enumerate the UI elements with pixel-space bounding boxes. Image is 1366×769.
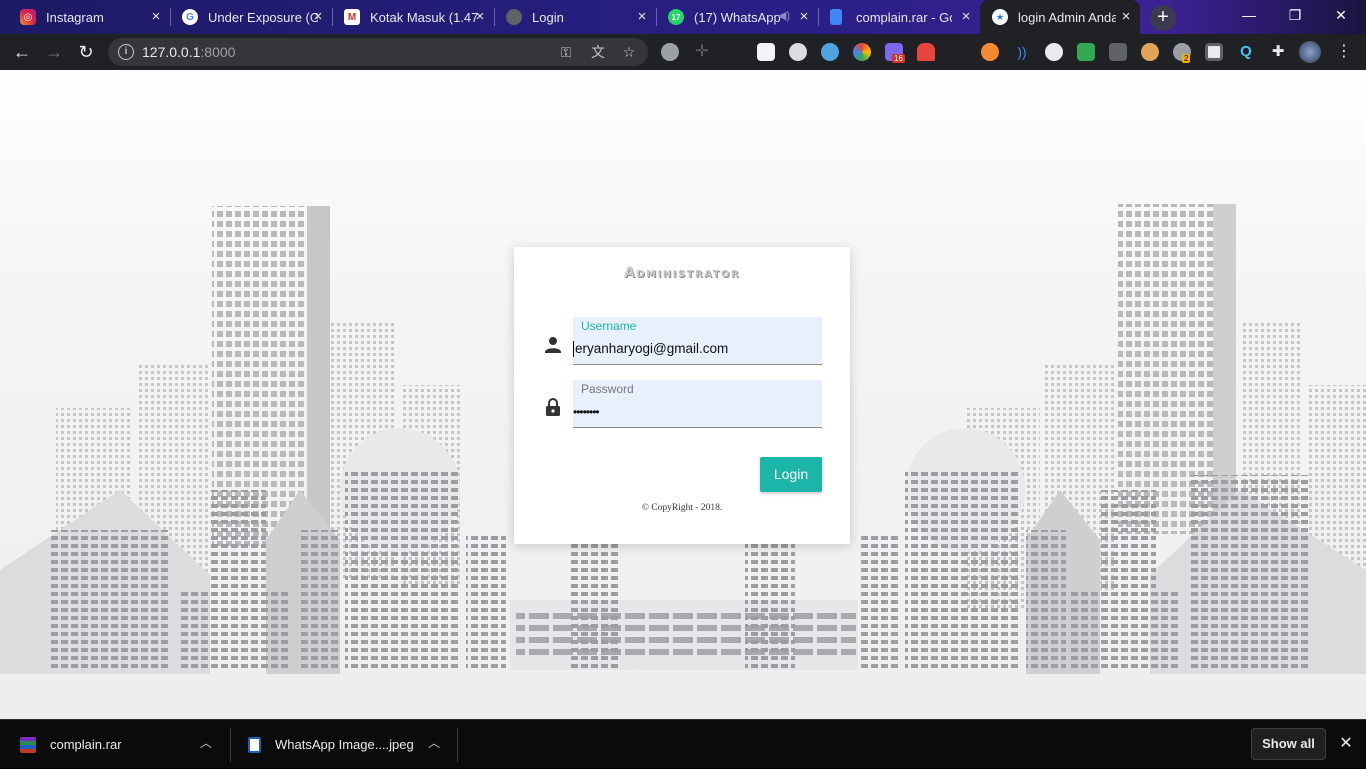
tab-gmail[interactable]: M Kotak Masuk (1.47 × [332,0,495,34]
tab-whatsapp[interactable]: 17 (17) WhatsApp ◀) × [656,0,819,34]
username-field[interactable]: Username eryanharyogi@gmail.com [573,317,822,365]
download-bar: complain.rar ︿ WhatsApp Image....jpeg ︿ … [0,719,1366,768]
q-extension-icon[interactable]: Q [1237,43,1255,61]
avatar[interactable] [1299,41,1321,63]
login-title: Administrator [623,265,741,281]
login-button[interactable]: Login [760,457,822,492]
close-icon[interactable]: × [1118,9,1134,25]
image-file-icon [248,736,261,753]
browser-toolbar: ← → ↻ i 127.0.0.1:8000 ⚿ 文 ☆ ✛ 16 )) 2 Q… [0,34,1366,70]
chevron-up-icon[interactable]: ︿ [426,734,442,751]
cloud-extension-icon[interactable] [1045,43,1063,61]
instagram-icon: ◎ [20,9,36,25]
password-field[interactable]: Password •••••••• [573,380,822,428]
minimize-button[interactable]: — [1226,0,1272,30]
rocket-extension-icon[interactable] [917,43,935,61]
download-item-whatsapp-image[interactable]: WhatsApp Image....jpeg [248,720,414,769]
close-icon[interactable]: × [148,9,164,25]
tab-google[interactable]: G Under Exposure (G × [170,0,333,34]
paw-extension-icon[interactable] [981,43,999,61]
download-filename: complain.rar [50,737,122,752]
url-text[interactable]: 127.0.0.1:8000 [142,44,235,60]
page-viewport: Administrator Username eryanharyogi@gmai… [0,70,1366,719]
tab-login-admin[interactable]: ★ login Admin Anda × [980,0,1140,34]
speaker-icon[interactable]: ◀) [778,9,790,22]
tab-title: login Admin Anda [1018,9,1116,25]
tab-title: Login [532,9,564,25]
bookmark-star-icon[interactable]: ☆ [620,43,638,61]
extension-badge: 2 [1182,54,1191,63]
color-picker-extension-icon[interactable] [853,43,871,61]
globe-icon [506,9,522,25]
tab-google-docs[interactable]: complain.rar - Goo × [818,0,980,34]
archive-file-icon [20,736,36,753]
puzzle-icon[interactable]: ✚ [1269,43,1287,61]
gear-icon[interactable] [661,43,679,61]
username-input[interactable]: eryanharyogi@gmail.com [573,341,728,357]
extension-badge: 16 [892,54,905,63]
tab-strip: ◎ Instagram × G Under Exposure (G × M Ko… [0,0,1366,34]
login-card: Administrator Username eryanharyogi@gmai… [514,247,850,544]
close-window-button[interactable]: ✕ [1318,0,1364,30]
close-icon[interactable]: × [958,9,974,25]
cookie-extension-icon[interactable] [1141,43,1159,61]
docs-icon [830,9,842,25]
translate-icon[interactable]: 文 [589,43,607,61]
download-filename: WhatsApp Image....jpeg [275,737,414,752]
show-all-button[interactable]: Show all [1251,728,1326,760]
download-item-complain[interactable]: complain.rar [20,720,122,769]
close-icon[interactable]: × [634,9,650,25]
copyright-text: © CopyRight - 2018. [641,503,723,513]
move-icon[interactable]: ✛ [693,43,711,61]
close-icon[interactable]: × [796,9,812,25]
key-icon[interactable]: ⚿ [557,43,575,61]
whatsapp-icon: 17 [668,9,684,25]
address-bar[interactable]: i 127.0.0.1:8000 ⚿ 文 ☆ [108,38,648,66]
tab-title: complain.rar - Goo [856,9,952,25]
tab-title: Under Exposure (G [208,9,318,25]
reload-icon[interactable]: ↻ [74,40,98,64]
printer-extension-icon[interactable] [1109,43,1127,61]
back-arrow-icon[interactable]: ← [10,40,34,64]
kebab-menu-icon[interactable]: ⋮ [1332,40,1356,64]
user-icon [545,337,561,353]
password-input[interactable]: •••••••• [573,404,600,420]
chevron-up-icon[interactable]: ︿ [198,734,214,751]
download-separator [230,728,231,762]
restore-button[interactable]: ❐ [1272,0,1318,30]
tab-title: Instagram [46,9,104,25]
lock-icon [546,398,560,416]
new-tab-button[interactable]: + [1150,5,1176,31]
close-icon[interactable]: × [310,9,326,25]
tab-title: (17) WhatsApp [694,9,781,25]
username-label: Username [581,319,637,333]
tab-instagram[interactable]: ◎ Instagram × [8,0,171,34]
notes-extension-icon[interactable] [757,43,775,61]
globe-extension-icon[interactable] [821,43,839,61]
download-separator [457,728,458,762]
tab-login[interactable]: Login × [494,0,657,34]
close-icon[interactable]: ✕ [1336,734,1356,754]
wifi-extension-icon[interactable]: )) [1013,43,1031,61]
info-icon[interactable]: i [118,44,134,60]
google-icon: G [182,9,198,25]
password-label: Password [581,382,634,396]
forward-arrow-icon[interactable]: → [42,40,66,64]
tab-title: Kotak Masuk (1.47 [370,9,479,25]
green-extension-icon[interactable] [1077,43,1095,61]
c-extension-icon[interactable] [1205,43,1223,61]
close-icon[interactable]: × [472,9,488,25]
circle-extension-icon[interactable] [789,43,807,61]
site-logo-icon: ★ [992,9,1008,25]
gmail-icon: M [344,9,360,25]
